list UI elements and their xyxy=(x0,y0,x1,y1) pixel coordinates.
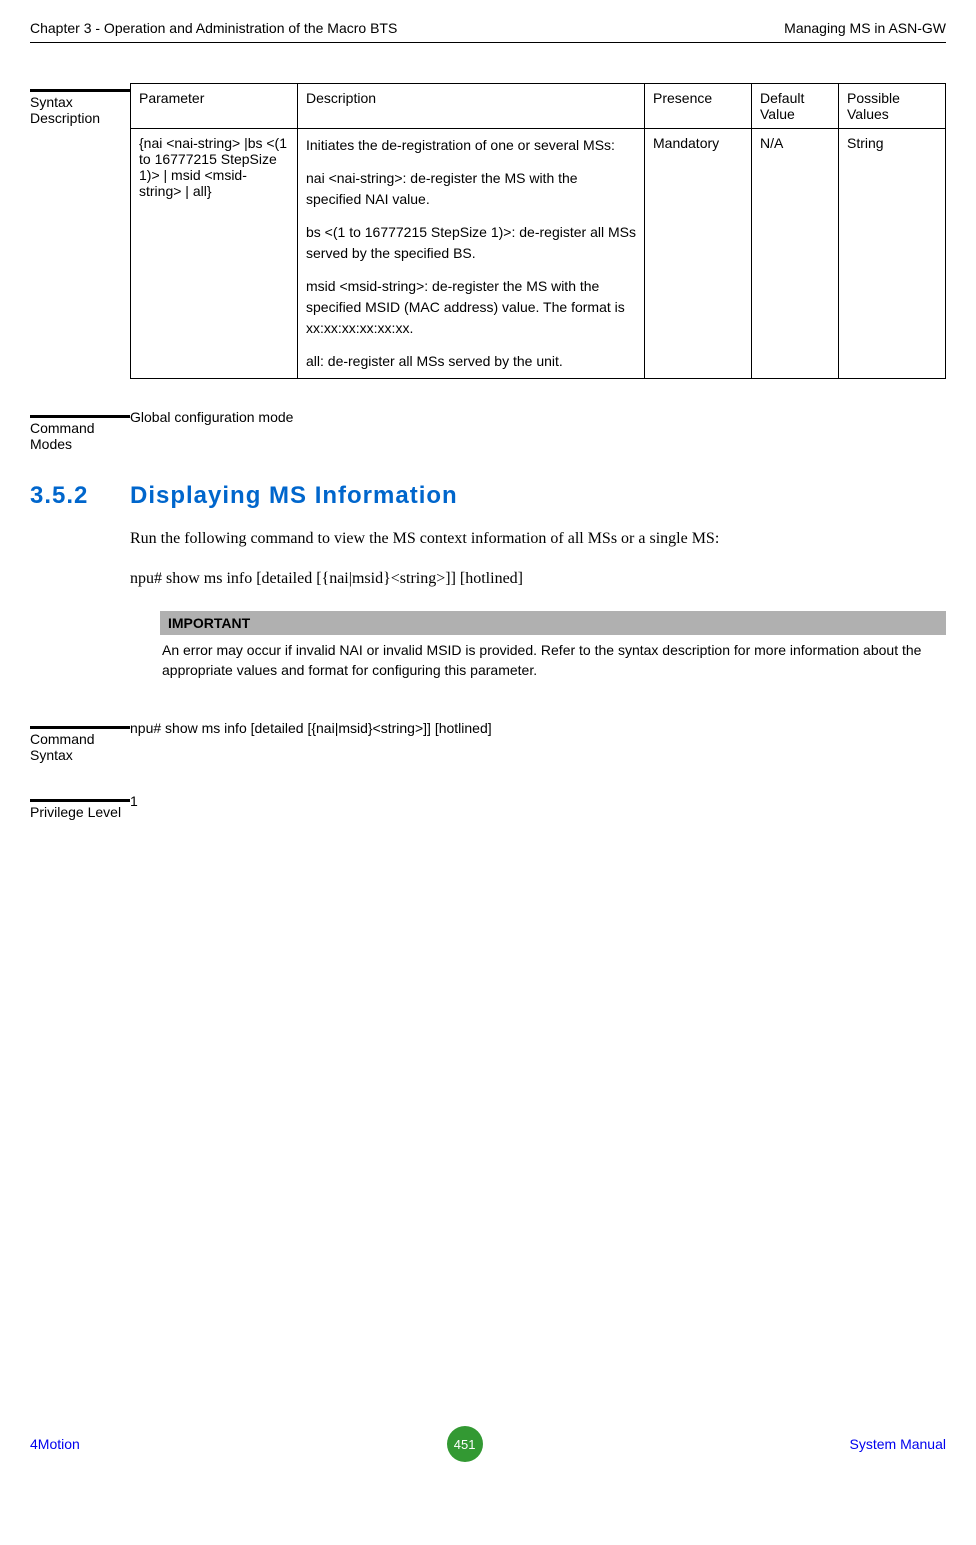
page-number-badge: 451 xyxy=(447,1426,483,1462)
important-icon xyxy=(130,611,160,631)
cell-description: Initiates the de-registration of one or … xyxy=(298,129,645,379)
desc-nai: nai <nai-string>: de-register the MS wit… xyxy=(306,168,636,210)
section-number: 3.5.2 xyxy=(30,482,130,510)
col-presence: Presence xyxy=(645,84,752,129)
col-description: Description xyxy=(298,84,645,129)
section-body-2: npu# show ms info [detailed [{nai|msid}<… xyxy=(130,566,946,592)
section-rule xyxy=(30,415,130,418)
cell-default: N/A xyxy=(752,129,839,379)
important-text: An error may occur if invalid NAI or inv… xyxy=(160,635,946,680)
syntax-description-label: Syntax Description xyxy=(30,94,130,126)
page-footer: 4Motion 451 System Manual xyxy=(30,1426,946,1462)
cell-parameter: {nai <nai-string> |bs <(1 to 16777215 St… xyxy=(131,129,298,379)
table-header-row: Parameter Description Presence Default V… xyxy=(131,84,946,129)
header-left: Chapter 3 - Operation and Administration… xyxy=(30,20,397,36)
section-body-1: Run the following command to view the MS… xyxy=(130,526,946,552)
command-syntax-label: Command Syntax xyxy=(30,731,130,763)
col-parameter: Parameter xyxy=(131,84,298,129)
syntax-parameter-table: Parameter Description Presence Default V… xyxy=(130,83,946,379)
col-possible: Possible Values xyxy=(839,84,946,129)
footer-right: System Manual xyxy=(850,1436,946,1452)
desc-msid: msid <msid-string>: de-register the MS w… xyxy=(306,276,636,339)
command-modes-value: Global configuration mode xyxy=(130,409,293,425)
section-title: Displaying MS Information xyxy=(130,482,458,510)
page-header: Chapter 3 - Operation and Administration… xyxy=(30,20,946,43)
desc-bs: bs <(1 to 16777215 StepSize 1)>: de-regi… xyxy=(306,222,636,264)
col-default: Default Value xyxy=(752,84,839,129)
privilege-level-label: Privilege Level xyxy=(30,804,130,820)
section-rule xyxy=(30,799,130,802)
privilege-level-value: 1 xyxy=(130,793,138,809)
section-rule xyxy=(30,89,130,92)
command-modes-label: Command Modes xyxy=(30,420,130,452)
section-heading: 3.5.2 Displaying MS Information xyxy=(30,482,946,510)
command-syntax-value: npu# show ms info [detailed [{nai|msid}<… xyxy=(130,720,492,736)
desc-all: all: de-register all MSs served by the u… xyxy=(306,351,636,372)
cell-possible: String xyxy=(839,129,946,379)
desc-intro: Initiates the de-registration of one or … xyxy=(306,135,636,156)
cell-presence: Mandatory xyxy=(645,129,752,379)
table-row: {nai <nai-string> |bs <(1 to 16777215 St… xyxy=(131,129,946,379)
header-right: Managing MS in ASN-GW xyxy=(784,20,946,36)
section-rule xyxy=(30,726,130,729)
footer-left: 4Motion xyxy=(30,1436,80,1452)
important-header: IMPORTANT xyxy=(160,611,946,635)
